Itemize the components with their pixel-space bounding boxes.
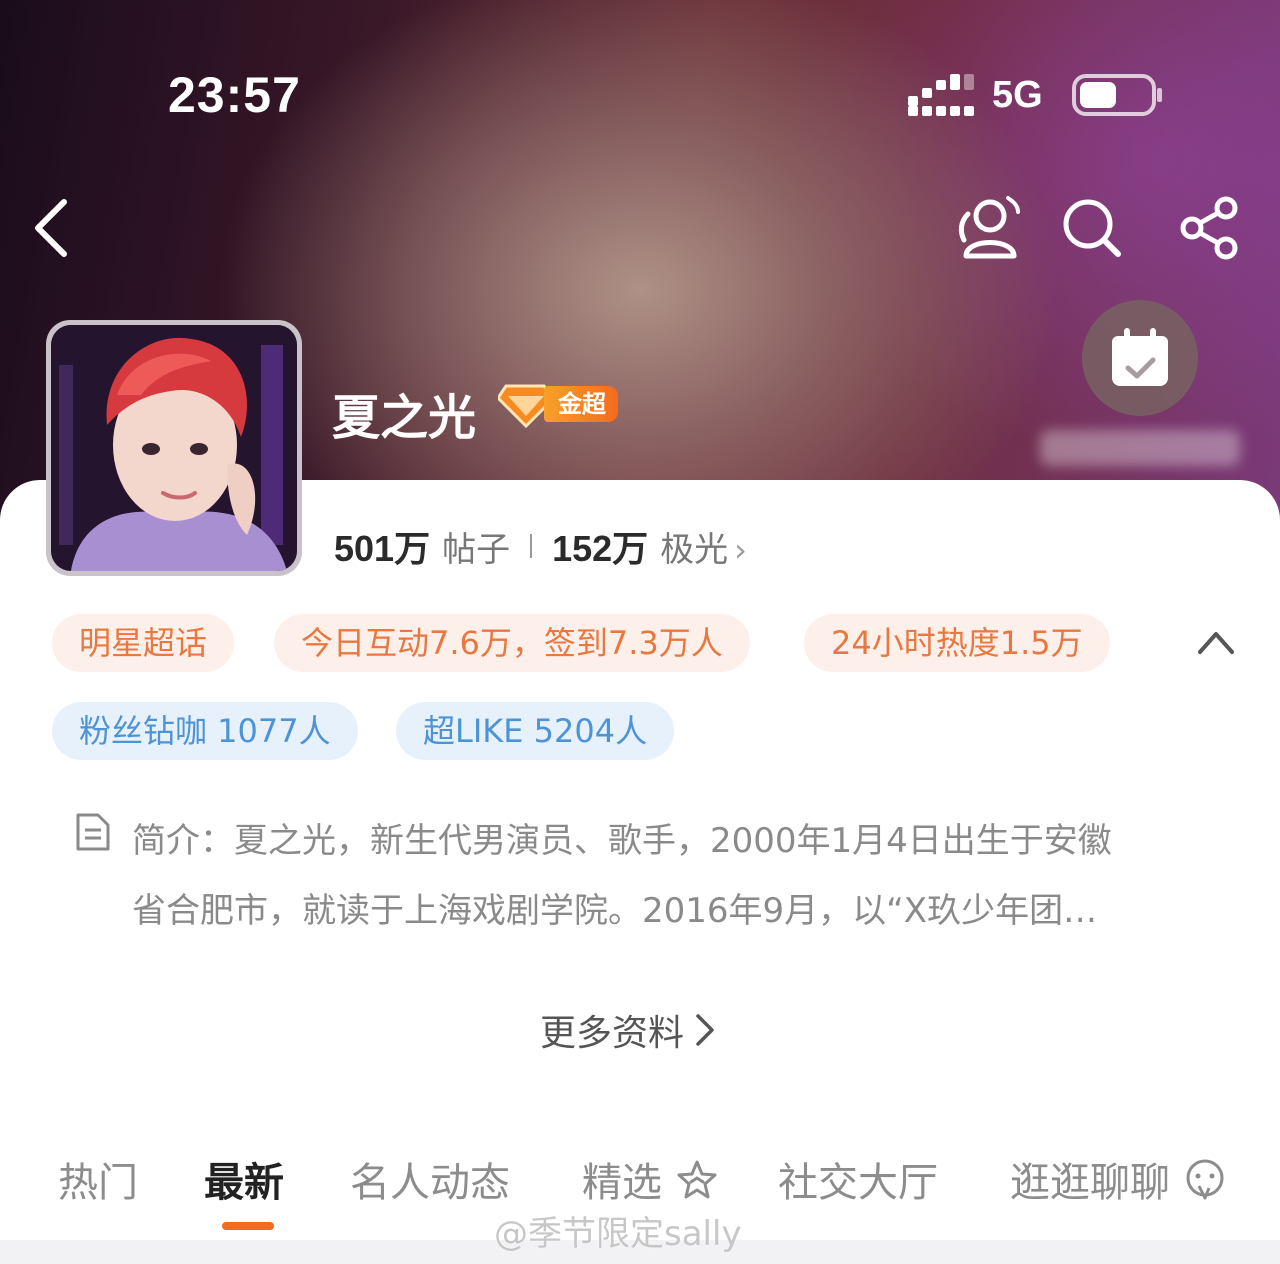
topic-intro: 简介：夏之光，新生代男演员、歌手，2000年1月4日出生于安徽 省合肥市，就读于… xyxy=(132,806,1212,946)
intro-line-1: 简介：夏之光，新生代男演员、歌手，2000年1月4日出生于安徽 xyxy=(132,821,1112,861)
intro-line-2: 省合肥市，就读于上海戏剧学院。2016年9月，以“X玖少年团… xyxy=(132,891,1098,931)
topic-title: 夏之光 xyxy=(332,390,477,446)
chevron-right-icon[interactable]: › xyxy=(734,531,747,569)
blurred-info xyxy=(1040,430,1240,466)
tab-browse-chat-label: 逛逛聊聊 xyxy=(1010,1160,1170,1206)
chevron-up-icon[interactable] xyxy=(1194,626,1238,658)
topic-stats: 501万 帖子 152万 极光 › xyxy=(334,520,747,572)
more-info-link[interactable]: 更多资料 xyxy=(540,1004,716,1056)
signal-icon xyxy=(908,74,974,116)
chat-face-icon xyxy=(1186,1159,1224,1200)
watermark: @季节限定sally xyxy=(494,1214,742,1254)
checkin-button[interactable] xyxy=(1082,300,1198,416)
search-icon[interactable] xyxy=(1060,196,1124,260)
fans-icon[interactable] xyxy=(952,192,1024,260)
level-badge[interactable]: 金超 xyxy=(498,380,628,428)
active-tab-indicator xyxy=(222,1222,274,1230)
tab-browse-chat[interactable]: 逛逛聊聊 xyxy=(1010,1150,1227,1208)
battery-icon xyxy=(1072,74,1162,116)
tag-24h-heat[interactable]: 24小时热度1.5万 xyxy=(804,614,1110,672)
network-type: 5G xyxy=(992,74,1043,116)
tag-fan-diamond[interactable]: 粉丝钻咖 1077人 xyxy=(52,702,358,760)
star-badge-icon xyxy=(677,1160,717,1199)
level-badge-label: 金超 xyxy=(544,386,618,422)
avatar-portrait xyxy=(51,325,297,571)
tab-featured-label: 精选 xyxy=(582,1160,662,1206)
posts-label: 帖子 xyxy=(442,530,511,570)
tag-daily-interaction[interactable]: 今日互动7.6万，签到7.3万人 xyxy=(274,614,750,672)
tab-celebrity-updates[interactable]: 名人动态 xyxy=(350,1150,510,1208)
chevron-left-icon[interactable] xyxy=(28,196,80,260)
more-info-label: 更多资料 xyxy=(540,1013,685,1054)
tab-social-hall[interactable]: 社交大厅 xyxy=(778,1150,938,1208)
tag-star-topic[interactable]: 明星超话 xyxy=(52,614,235,672)
share-icon[interactable] xyxy=(1178,196,1242,260)
aurora-count[interactable]: 152万 xyxy=(552,520,648,572)
chevron-right-icon xyxy=(696,1014,714,1046)
avatar[interactable] xyxy=(46,320,302,576)
calendar-check-icon xyxy=(1112,328,1168,386)
tab-featured[interactable]: 精选 xyxy=(582,1150,719,1208)
status-time: 23:57 xyxy=(168,67,301,123)
tab-latest[interactable]: 最新 xyxy=(204,1150,284,1208)
posts-count: 501万 xyxy=(334,528,431,569)
aurora-label[interactable]: 极光 xyxy=(660,522,728,571)
tab-hot[interactable]: 热门 xyxy=(58,1150,138,1208)
document-icon xyxy=(76,813,110,851)
stats-divider xyxy=(530,534,533,558)
tag-super-like[interactable]: 超LIKE 5204人 xyxy=(396,702,675,760)
